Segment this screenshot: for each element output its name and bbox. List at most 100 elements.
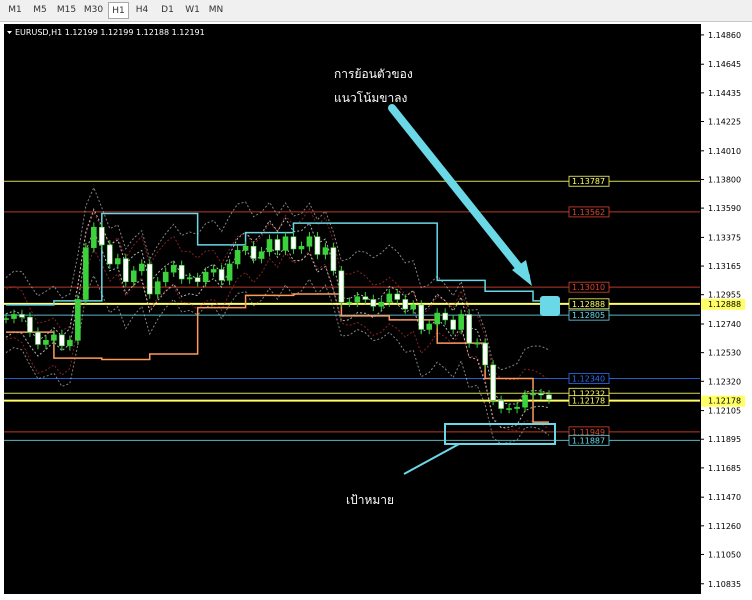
candle [170, 265, 177, 273]
tick-label: 1.11685 [708, 464, 741, 473]
level-label: 1.12178 [572, 397, 605, 406]
timeframe-h1-button[interactable]: H1 [108, 2, 129, 19]
candle [154, 281, 161, 295]
tick-label: 1.11470 [708, 493, 741, 502]
level-label: 1.13562 [572, 208, 605, 217]
candle [146, 263, 153, 295]
candle [490, 364, 496, 401]
level-label: 1.12340 [572, 375, 605, 384]
timeframe-m1-button[interactable]: M1 [4, 2, 26, 19]
tick-label: 1.11260 [708, 522, 741, 531]
timeframe-w1-button[interactable]: W1 [182, 2, 203, 19]
candle [250, 245, 257, 259]
candle [306, 236, 313, 247]
tick-label: 1.12530 [708, 349, 741, 358]
candle [83, 247, 89, 300]
candle [362, 296, 369, 300]
candle [434, 312, 441, 325]
level-label: 1.13010 [572, 283, 605, 292]
candle [51, 334, 57, 341]
tick-label: 1.12320 [708, 377, 741, 386]
candle [67, 340, 73, 347]
candle [59, 334, 65, 347]
candle [506, 408, 512, 410]
candle [442, 312, 448, 321]
candle [274, 239, 281, 251]
candle [178, 265, 185, 280]
candle [314, 236, 321, 255]
candle [410, 304, 417, 310]
level-label: 1.12888 [572, 300, 605, 309]
candle [530, 393, 536, 396]
candle [290, 236, 297, 250]
candle [99, 226, 105, 246]
candle [538, 393, 544, 396]
candle [75, 299, 81, 341]
candle [282, 236, 289, 251]
candle [114, 258, 121, 265]
tick-label: 1.12105 [708, 407, 741, 416]
price-chart[interactable]: EURUSD,H1 1.12199 1.12199 1.12188 1.1219… [4, 24, 745, 594]
tick-label: 1.11050 [708, 550, 741, 559]
timeframe-mn-button[interactable]: MN [205, 2, 227, 19]
target-annotation: เป้าหมาย [346, 493, 394, 507]
candle [91, 226, 97, 248]
tick-label: 1.11895 [708, 435, 741, 444]
timeframe-m15-button[interactable]: M15 [54, 2, 79, 19]
tick-label: 1.10835 [708, 580, 741, 589]
tick-label: 1.12740 [708, 320, 741, 329]
candle [43, 340, 49, 345]
timeframe-toolbar: M1 M5 M15 M30 H1 H4 D1 W1 MN [0, 0, 752, 22]
candle [122, 258, 129, 283]
price-tag-label: 1.12888 [708, 300, 741, 309]
tick-label: 1.13165 [708, 262, 741, 271]
retrace-marker [540, 296, 560, 316]
tick-label: 1.14645 [708, 60, 741, 69]
candle [27, 316, 33, 333]
candle [458, 314, 464, 330]
candle [242, 245, 249, 251]
candle [466, 314, 472, 344]
timeframe-m5-button[interactable]: M5 [28, 2, 52, 19]
candle [546, 394, 552, 400]
candle [218, 269, 225, 281]
candle [450, 319, 456, 330]
tick-label: 1.14435 [708, 89, 741, 98]
candle [258, 251, 265, 259]
candle [107, 244, 113, 265]
candle [186, 277, 193, 280]
tick-label: 1.13800 [708, 175, 741, 184]
candle [426, 323, 433, 330]
retrace-annotation-line2: แนวโน้มขาลง [334, 91, 407, 105]
candle [514, 406, 520, 409]
chart-header: EURUSD,H1 1.12199 1.12199 1.12188 1.1219… [7, 28, 205, 37]
candle [210, 269, 217, 273]
candle [202, 271, 209, 283]
timeframe-m30-button[interactable]: M30 [81, 2, 106, 19]
candle [346, 301, 353, 304]
candle [474, 342, 480, 345]
candle [35, 331, 41, 345]
timeframe-h4-button[interactable]: H4 [131, 2, 153, 19]
candle [130, 270, 137, 283]
candle [522, 394, 528, 408]
candle [402, 299, 409, 310]
candle [378, 301, 385, 307]
candle [330, 247, 337, 272]
tick-label: 1.14860 [708, 31, 741, 40]
candle [322, 247, 329, 255]
candle [234, 250, 241, 265]
level-label: 1.12805 [572, 311, 605, 320]
candle [370, 299, 377, 307]
candle [338, 270, 345, 303]
candle [418, 304, 425, 330]
level-label: 1.13787 [572, 177, 605, 186]
candle [498, 400, 504, 409]
timeframe-d1-button[interactable]: D1 [155, 2, 180, 19]
candle [194, 277, 201, 283]
tick-label: 1.12955 [708, 291, 741, 300]
candle [19, 314, 25, 318]
tick-label: 1.14225 [708, 118, 741, 127]
tick-label: 1.13375 [708, 233, 741, 242]
candle [138, 263, 145, 272]
